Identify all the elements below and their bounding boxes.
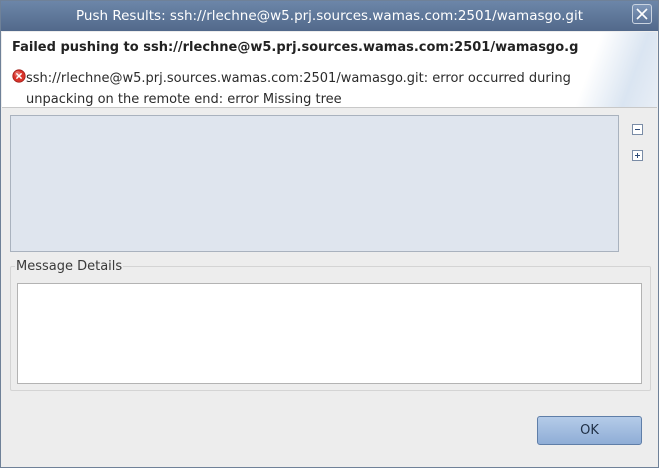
collapse-icon <box>635 129 640 130</box>
header-error-message: ssh://rlechne@w5.prj.sources.wamas.com:2… <box>26 71 571 107</box>
collapse-all-button[interactable] <box>632 124 643 135</box>
header-separator <box>2 107 657 108</box>
push-results-dialog: Push Results: ssh://rlechne@w5.prj.sourc… <box>0 0 659 468</box>
close-button[interactable] <box>632 4 652 24</box>
ok-button[interactable]: OK <box>537 416 642 445</box>
close-icon <box>636 8 648 20</box>
error-icon <box>12 69 26 83</box>
header-title: Failed pushing to ssh://rlechne@w5.prj.s… <box>12 40 579 55</box>
window-title: Push Results: ssh://rlechne@w5.prj.sourc… <box>76 8 583 24</box>
push-results-tree[interactable] <box>10 115 619 252</box>
title-bar[interactable]: Push Results: ssh://rlechne@w5.prj.sourc… <box>1 1 658 31</box>
dialog-header: Failed pushing to ssh://rlechne@w5.prj.s… <box>2 32 657 107</box>
message-details-textarea[interactable] <box>17 283 642 384</box>
expand-all-button[interactable] <box>632 150 643 161</box>
message-details-label: Message Details <box>15 259 124 274</box>
